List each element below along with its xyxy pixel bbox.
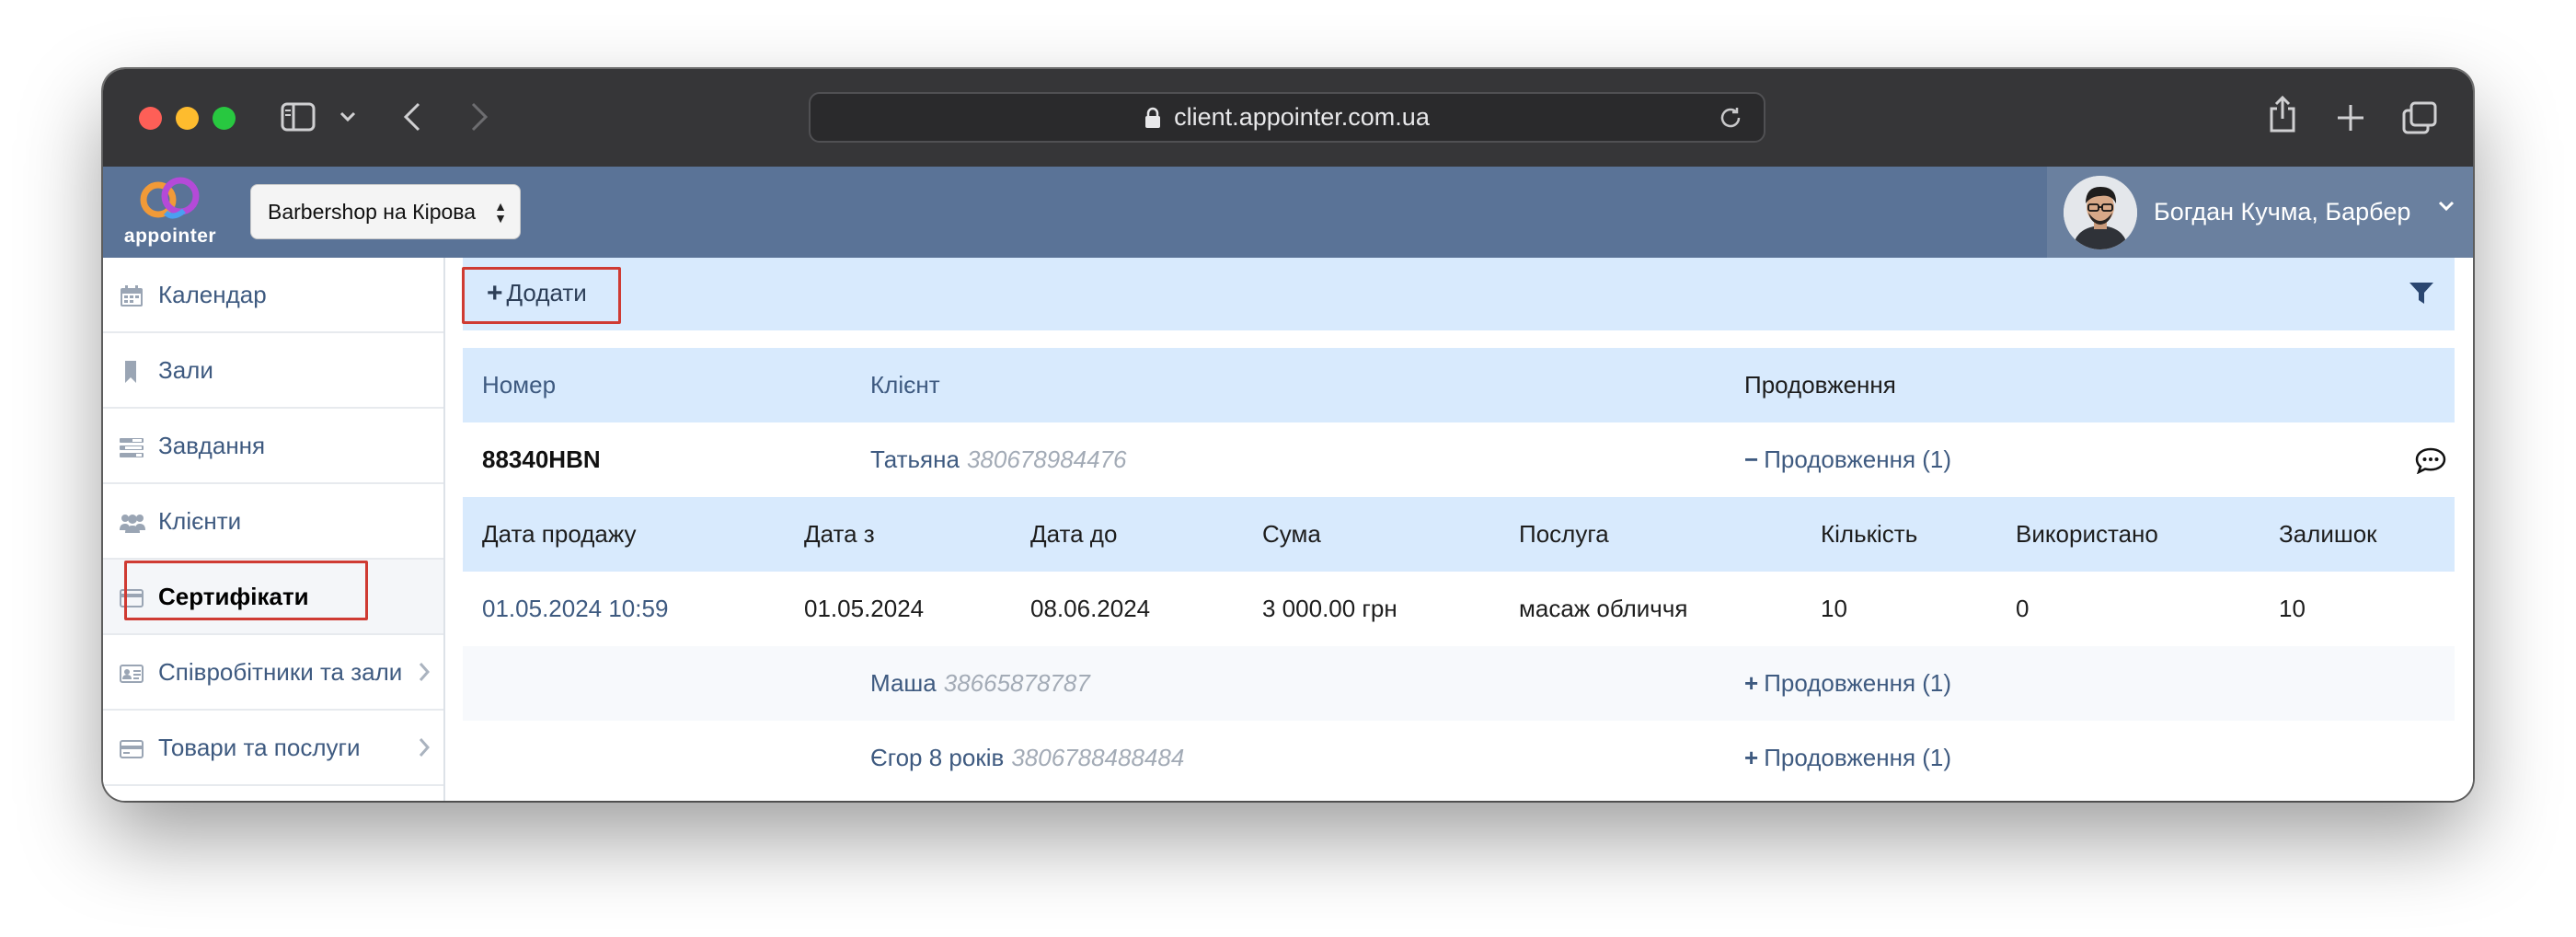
- branch-select[interactable]: Barbershop на Кірова ▲ ▼: [250, 184, 521, 239]
- client-phone: 380678984476: [966, 445, 1127, 473]
- close-window-button[interactable]: [139, 107, 162, 130]
- quantity: 10: [1821, 595, 1847, 622]
- certificates-highlight: [124, 561, 368, 620]
- sidebar-item-label: Календар: [158, 280, 267, 308]
- column-header-sale-date: Дата продажу: [482, 520, 637, 548]
- address-url: client.appointer.com.ua: [1174, 103, 1430, 131]
- sum: 3 000.00 грн: [1262, 595, 1397, 622]
- sidebar-item-halls[interactable]: Зали: [103, 333, 443, 409]
- sale-date-link[interactable]: 01.05.2024 10:59: [482, 572, 668, 646]
- client-link[interactable]: Маша: [870, 669, 937, 698]
- forward-icon[interactable]: [470, 102, 489, 132]
- table-row: 88340HBN Татьяна 380678984476 − Продовже…: [463, 422, 2455, 497]
- main-content: + Додати Номер Клієнт Продовження 88340H…: [445, 258, 2473, 801]
- table-row: Маша 38665878787 + Продовження (1): [463, 646, 2455, 721]
- chevron-right-icon: [418, 736, 431, 763]
- client-phone: 3806788488484: [1011, 744, 1185, 771]
- plus-icon: +: [1744, 744, 1759, 771]
- extension-row: 01.05.2024 10:59 01.05.2024 08.06.2024 3…: [463, 572, 2455, 646]
- plus-icon: +: [1744, 669, 1759, 697]
- service: масаж обличчя: [1519, 595, 1688, 622]
- sidebar-item-staff[interactable]: Співробітники та зали: [103, 635, 443, 711]
- certificate-number: 88340HBN: [482, 445, 601, 473]
- table-row: Єгор 8 років 3806788488484 + Продовження…: [463, 721, 2455, 795]
- sidebar-item-calendar[interactable]: Календар: [103, 258, 443, 333]
- reload-icon[interactable]: [1718, 105, 1743, 137]
- share-icon[interactable]: [2267, 95, 2298, 133]
- extension-toggle[interactable]: + Продовження (1): [1744, 646, 1951, 721]
- minus-icon: −: [1744, 445, 1759, 473]
- lock-icon: [1144, 107, 1161, 129]
- client-link[interactable]: Татьяна: [870, 445, 960, 474]
- user-name: Богдан Кучма, Барбер: [2154, 198, 2411, 226]
- chevron-right-icon: [418, 661, 431, 688]
- address-bar[interactable]: client.appointer.com.ua: [809, 92, 1765, 143]
- extension-toggle[interactable]: + Продовження (1): [1744, 721, 1951, 795]
- tasks-icon: [120, 436, 144, 458]
- credit-card-icon: [120, 738, 144, 760]
- sidebar-item-label: Завдання: [158, 431, 266, 459]
- column-header-remaining: Залишок: [2279, 520, 2377, 548]
- extension-label: Продовження (1): [1764, 744, 1952, 771]
- column-header-service: Послуга: [1519, 520, 1609, 548]
- client-cell: Маша 38665878787: [870, 646, 1090, 721]
- sidebar-toggle-icon[interactable]: [281, 102, 316, 132]
- used: 0: [2016, 595, 2030, 622]
- filter-icon[interactable]: [2409, 282, 2434, 310]
- branch-select-value: Barbershop на Кірова: [268, 199, 477, 224]
- client-link[interactable]: Єгор 8 років: [870, 744, 1004, 772]
- column-header-client: Клієнт: [870, 371, 940, 399]
- sidebar-item-label: Зали: [158, 355, 213, 384]
- sidebar-item-label: Клієнти: [158, 506, 242, 535]
- extension-table-header: Дата продажу Дата з Дата до Сума Послуга…: [463, 497, 2455, 572]
- date-from: 01.05.2024: [804, 595, 925, 622]
- action-bar: + Додати: [463, 258, 2455, 330]
- column-header-sum: Сума: [1262, 520, 1321, 548]
- client-cell: Єгор 8 років 3806788488484: [870, 721, 1184, 795]
- extension-label: Продовження (1): [1764, 669, 1952, 697]
- extension-toggle[interactable]: − Продовження (1): [1744, 422, 1951, 497]
- column-header-date-from: Дата з: [804, 520, 875, 548]
- client-phone: 38665878787: [943, 669, 1090, 697]
- avatar: [2064, 175, 2137, 249]
- id-card-icon: [120, 663, 144, 685]
- minimize-window-button[interactable]: [176, 107, 199, 130]
- sidebar-item-label: Співробітники та зали: [158, 657, 403, 686]
- users-icon: [120, 512, 145, 534]
- new-tab-icon[interactable]: [2336, 103, 2365, 133]
- date-to: 08.06.2024: [1030, 595, 1151, 622]
- select-caret-icon: ▲ ▼: [494, 199, 507, 226]
- sidebar-item-products[interactable]: Товари та послуги: [103, 711, 443, 786]
- tab-overview-icon[interactable]: [2402, 101, 2437, 134]
- user-menu[interactable]: Богдан Кучма, Барбер: [2047, 167, 2473, 258]
- sidebar-item-clients[interactable]: Клієнти: [103, 484, 443, 560]
- column-header-date-to: Дата до: [1030, 520, 1118, 548]
- column-header-extension: Продовження: [1744, 371, 1896, 399]
- logo-text: appointer: [123, 226, 217, 247]
- calendar-icon: [120, 285, 144, 307]
- sidebar-item-tasks[interactable]: Завдання: [103, 409, 443, 484]
- chevron-down-icon[interactable]: [339, 111, 356, 122]
- comment-icon[interactable]: [2414, 422, 2447, 497]
- back-icon[interactable]: [403, 102, 421, 132]
- add-button-highlight: [462, 267, 621, 324]
- client-cell: Татьяна 380678984476: [870, 422, 1127, 497]
- logo-mark-icon: [140, 177, 200, 219]
- app-header: appointer Barbershop на Кірова ▲ ▼ Богда…: [103, 167, 2473, 258]
- sidebar-item-label: Товари та послуги: [158, 733, 361, 761]
- browser-window: client.appointer.com.ua appointer Barber…: [103, 69, 2473, 801]
- sidebar: Календар Зали Завдання Клієнти Сертифіка…: [103, 258, 445, 801]
- chevron-down-icon: [2438, 200, 2455, 216]
- certificates-table-header: Номер Клієнт Продовження: [463, 348, 2455, 422]
- extension-label: Продовження (1): [1764, 445, 1952, 473]
- appointer-logo[interactable]: appointer: [120, 176, 221, 249]
- browser-toolbar: client.appointer.com.ua: [103, 69, 2473, 167]
- column-header-used: Використано: [2016, 520, 2158, 548]
- column-header-quantity: Кількість: [1821, 520, 1918, 548]
- bookmark-icon: [120, 361, 144, 383]
- remaining: 10: [2279, 595, 2306, 622]
- zoom-window-button[interactable]: [213, 107, 236, 130]
- column-header-number: Номер: [482, 371, 557, 399]
